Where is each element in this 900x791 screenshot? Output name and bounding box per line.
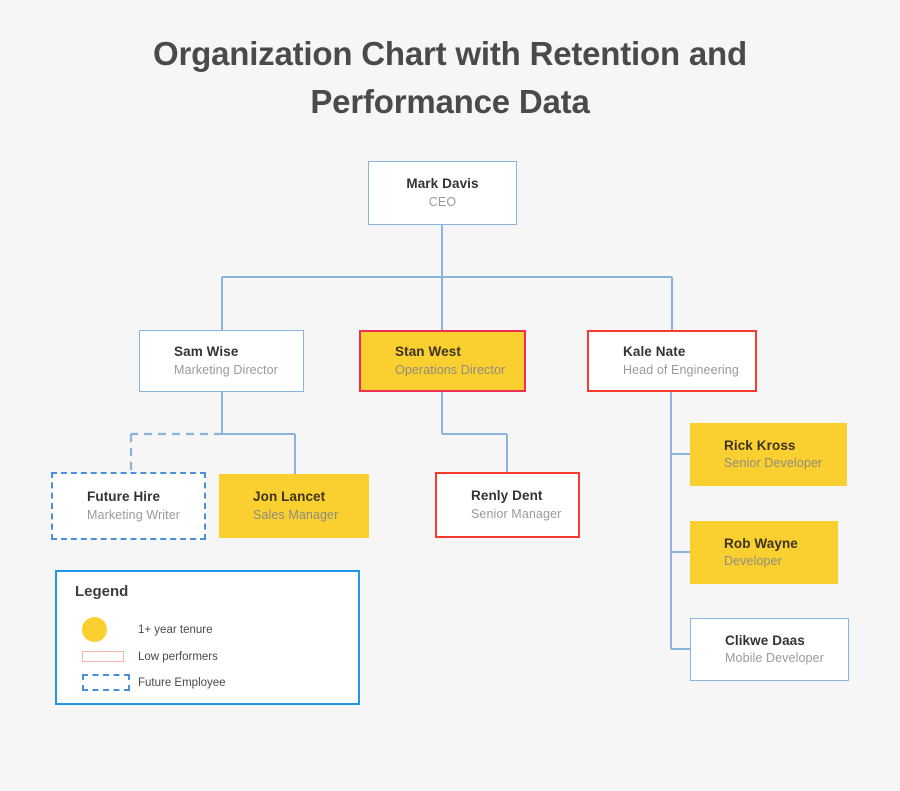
org-chart-canvas: Organization Chart with Retention and Pe… [0,0,900,791]
node-mark-davis[interactable]: Mark Davis CEO [368,161,517,225]
node-role: Marketing Director [174,362,278,377]
node-name: Rob Wayne [724,535,798,551]
node-name: Renly Dent [471,488,543,504]
node-role: Senior Manager [471,506,562,521]
node-name: Clikwe Daas [725,632,805,648]
legend-item-label: Low performers [138,651,218,663]
node-jon-lancet[interactable]: Jon Lancet Sales Manager [219,474,369,538]
node-role: Developer [724,554,782,569]
legend-item-low-performer: Low performers [75,646,340,668]
node-role: Sales Manager [253,507,339,522]
node-role: Senior Developer [724,456,823,471]
node-future-hire[interactable]: Future Hire Marketing Writer [51,472,206,540]
node-name: Mark Davis [406,176,479,192]
node-role: Mobile Developer [725,651,824,666]
yellow-circle-icon [82,617,107,642]
legend-item-future: Future Employee [75,672,340,694]
node-name: Future Hire [87,489,161,505]
node-name: Kale Nate [623,344,686,360]
node-kale-nate[interactable]: Kale Nate Head of Engineering [587,330,757,392]
page-title: Organization Chart with Retention and Pe… [153,35,747,120]
legend-item-tenure: 1+ year tenure [75,617,340,642]
node-name: Rick Kross [724,437,796,453]
legend-item-label: Future Employee [138,677,226,689]
legend-item-label: 1+ year tenure [138,624,213,636]
node-role: CEO [428,194,457,209]
node-role: Head of Engineering [623,362,739,377]
node-stan-west[interactable]: Stan West Operations Director [359,330,526,392]
node-name: Stan West [395,344,461,360]
pink-rectangle-icon [82,651,124,662]
node-rick-kross[interactable]: Rick Kross Senior Developer [690,423,847,486]
node-rob-wayne[interactable]: Rob Wayne Developer [690,521,838,584]
node-name: Jon Lancet [253,489,326,505]
node-sam-wise[interactable]: Sam Wise Marketing Director [139,330,304,392]
node-role: Operations Director [395,362,506,377]
legend-panel: Legend 1+ year tenure Low performers Futur… [55,570,360,705]
node-role: Marketing Writer [87,507,181,522]
legend-title: Legend [75,583,129,600]
node-clikwe-daas[interactable]: Clikwe Daas Mobile Developer [690,618,849,681]
node-name: Sam Wise [174,344,239,360]
dashed-rectangle-icon [82,674,130,691]
node-renly-dent[interactable]: Renly Dent Senior Manager [435,472,580,538]
